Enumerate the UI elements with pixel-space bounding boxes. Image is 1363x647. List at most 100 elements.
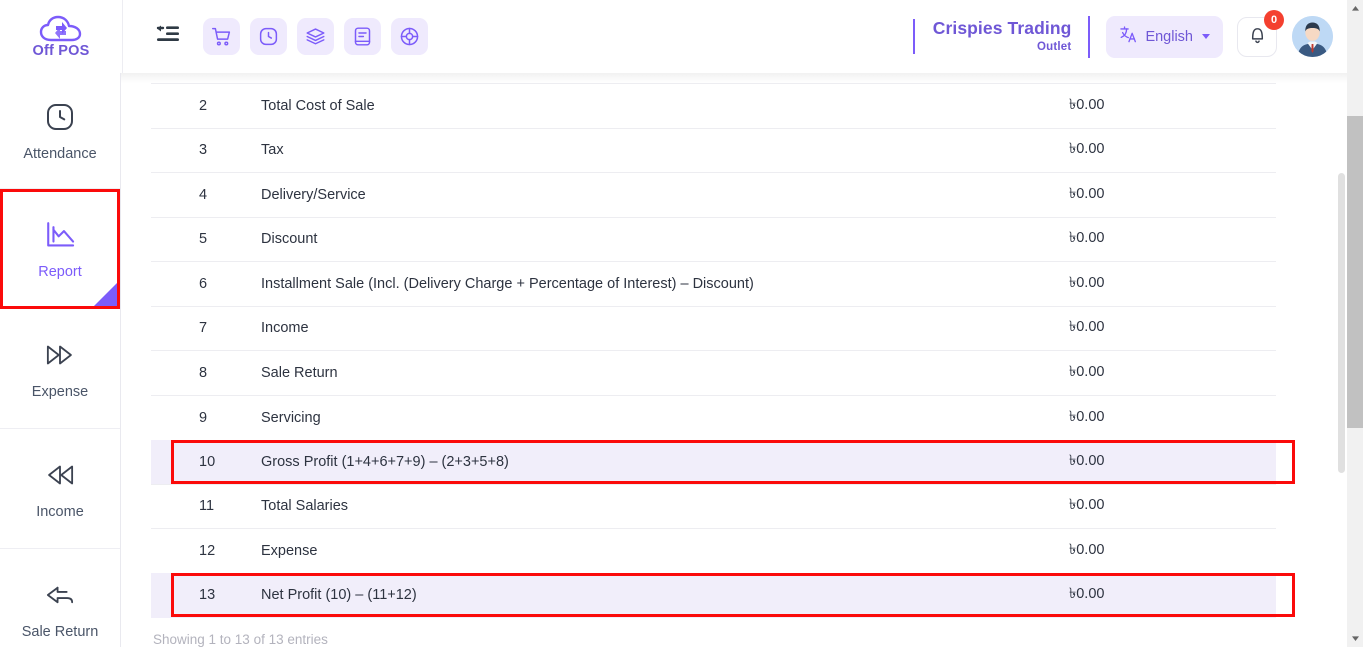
table-row[interactable]: 2 Total Cost of Sale ৳0.00 [151, 83, 1276, 128]
language-selector[interactable]: English [1106, 15, 1223, 58]
notification-badge: 0 [1264, 9, 1284, 30]
sidebar-item-label: Report [38, 264, 82, 280]
row-label: Sale Return [251, 350, 1011, 395]
quick-action-bar [203, 18, 428, 55]
row-serial: 7 [151, 305, 251, 351]
row-serial: 6 [151, 261, 251, 306]
top-header: Off POS Crispies Trading Outlet English … [0, 0, 1347, 73]
cloud-sync-icon [39, 15, 83, 45]
row-serial: 12 [151, 528, 251, 573]
row-label: Tax [251, 127, 1011, 173]
active-indicator [94, 283, 117, 306]
page-scrollbar-thumb[interactable] [1347, 116, 1363, 428]
quick-action-report[interactable] [344, 18, 381, 55]
row-label: Installment Sale (Incl. (Delivery Charge… [251, 261, 1011, 306]
bell-icon [1247, 24, 1268, 50]
row-amount: ৳0.00 [1011, 83, 1276, 128]
table-entries-summary: Showing 1 to 13 of 13 entries [153, 631, 328, 647]
notification-wrap: 0 [1237, 9, 1284, 57]
row-serial: 8 [151, 350, 251, 395]
sidebar-item-report[interactable]: Report [0, 189, 120, 309]
clock-icon [44, 100, 76, 134]
sidebar-item-expense[interactable]: Expense [0, 309, 120, 429]
return-arrow-icon [43, 578, 77, 612]
translate-icon [1119, 25, 1138, 49]
quick-action-pos-sale[interactable] [203, 18, 240, 55]
table-row-gross-profit[interactable]: 10 Gross Profit (1+4+6+7+9) – (2+3+5+8) … [151, 439, 1276, 484]
sidebar-item-income[interactable]: Income [0, 429, 120, 549]
main-content: 2 Total Cost of Sale ৳0.00 3 Tax ৳0.00 4… [121, 73, 1347, 647]
sidebar-item-label: Expense [31, 383, 89, 400]
lifebuoy-icon [399, 26, 420, 47]
table-row[interactable]: 8 Sale Return ৳0.00 [151, 350, 1276, 395]
row-label: Total Salaries [251, 483, 1011, 529]
row-serial: 4 [151, 172, 251, 217]
row-label: Delivery/Service [251, 172, 1011, 217]
row-amount: ৳0.00 [1011, 483, 1276, 529]
topbar-right-group: Crispies Trading Outlet English 0 [912, 0, 1347, 73]
content-scrollbar[interactable] [1338, 73, 1347, 647]
table-row[interactable]: 6 Installment Sale (Incl. (Delivery Char… [151, 261, 1276, 306]
row-amount: ৳0.00 [1011, 127, 1276, 173]
scroll-up-arrow-icon[interactable] [1347, 0, 1363, 17]
table-row[interactable]: 11 Total Salaries ৳0.00 [151, 483, 1276, 529]
collapse-menu-button[interactable] [151, 20, 185, 54]
row-label: Total Cost of Sale [251, 83, 1011, 128]
brand-name: Off POS [32, 42, 90, 59]
row-label: Servicing [251, 394, 1011, 440]
sidebar-item-label: Attendance [23, 145, 97, 162]
table-row[interactable]: 9 Servicing ৳0.00 [151, 394, 1276, 440]
sidebar-item-attendance[interactable]: Attendance [0, 73, 120, 189]
language-label: English [1145, 28, 1193, 45]
app-root: Off POS Crispies Trading Outlet English … [0, 0, 1363, 647]
row-amount: ৳0.00 [1011, 261, 1276, 306]
organization-name: Crispies Trading [932, 18, 1072, 39]
document-icon [352, 26, 373, 47]
organization-block: Crispies Trading Outlet [912, 18, 1089, 54]
page-scrollbar[interactable] [1347, 0, 1363, 647]
row-serial: 2 [151, 83, 251, 128]
row-label: Discount [251, 216, 1011, 262]
table-body: 2 Total Cost of Sale ৳0.00 3 Tax ৳0.00 4… [151, 83, 1276, 618]
profit-loss-table: 2 Total Cost of Sale ৳0.00 3 Tax ৳0.00 4… [151, 83, 1276, 618]
table-row[interactable]: 12 Expense ৳0.00 [151, 528, 1276, 573]
row-amount: ৳0.00 [1011, 573, 1276, 618]
organization-subtitle: Outlet [1037, 41, 1072, 54]
chart-line-icon [43, 218, 77, 252]
row-label: Net Profit (10) – (11+12) [251, 573, 1011, 618]
table-row[interactable]: 5 Discount ৳0.00 [151, 216, 1276, 262]
user-avatar [1292, 16, 1333, 57]
table-row[interactable]: 7 Income ৳0.00 [151, 305, 1276, 351]
collapse-menu-icon [155, 23, 181, 50]
sidebar: Attendance Report Expense Income Sale Re… [0, 73, 121, 647]
content-scrollbar-thumb[interactable] [1338, 173, 1345, 473]
row-serial: 9 [151, 394, 251, 440]
sidebar-item-sale-return[interactable]: Sale Return [0, 549, 120, 647]
table-row[interactable]: 3 Tax ৳0.00 [151, 127, 1276, 173]
table-row-net-profit[interactable]: 13 Net Profit (10) – (11+12) ৳0.00 [151, 573, 1276, 618]
row-serial: 3 [151, 127, 251, 173]
quick-action-support[interactable] [391, 18, 428, 55]
row-amount: ৳0.00 [1011, 216, 1276, 262]
avatar[interactable] [1292, 16, 1333, 57]
row-label: Income [251, 305, 1011, 351]
report-card: 2 Total Cost of Sale ৳0.00 3 Tax ৳0.00 4… [151, 73, 1325, 647]
quick-action-attendance[interactable] [250, 18, 287, 55]
quick-action-stock[interactable] [297, 18, 334, 55]
forward-arrows-icon [43, 338, 77, 372]
row-label: Expense [251, 528, 1011, 573]
row-amount: ৳0.00 [1011, 439, 1276, 484]
table-row[interactable]: 4 Delivery/Service ৳0.00 [151, 172, 1276, 217]
brand-logo[interactable]: Off POS [0, 0, 122, 73]
row-label: Gross Profit (1+4+6+7+9) – (2+3+5+8) [251, 439, 1011, 484]
layers-icon [305, 26, 326, 47]
scroll-down-arrow-icon[interactable] [1347, 630, 1363, 647]
row-amount: ৳0.00 [1011, 394, 1276, 440]
chevron-down-icon [1202, 34, 1210, 39]
row-serial: 10 [151, 439, 251, 484]
row-amount: ৳0.00 [1011, 528, 1276, 573]
shopping-cart-icon [211, 26, 232, 47]
sidebar-item-label: Income [36, 503, 84, 520]
language-selector-wrap: English [1088, 15, 1223, 58]
clock-icon [258, 26, 279, 47]
